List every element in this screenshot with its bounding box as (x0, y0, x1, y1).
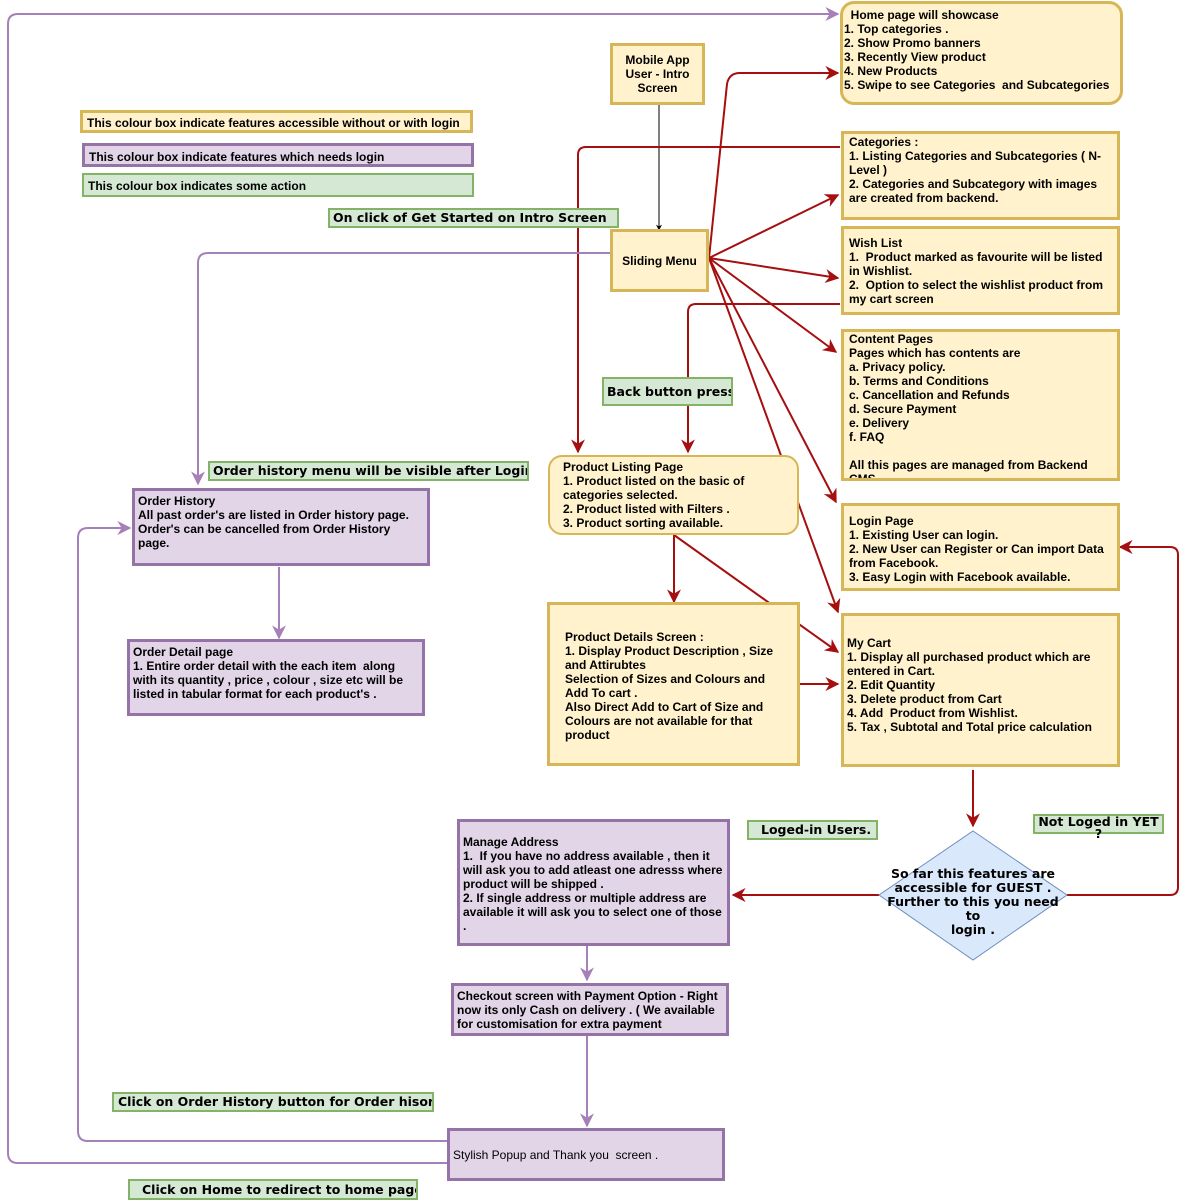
legend-feature-box: This colour box indicate features access… (80, 110, 473, 133)
intro-screen-node: Mobile App User - Intro Screen (610, 43, 705, 105)
click-order-history-label: Click on Order History button for Order … (112, 1092, 434, 1112)
legend-login-box: This colour box indicate features which … (82, 143, 474, 167)
login-page-node: Login Page 1. Existing User can login. 2… (841, 503, 1120, 591)
edge-menu-to-wishlist (708, 257, 840, 283)
sliding-menu-node: Sliding Menu (610, 229, 709, 292)
categories-node: Categories : 1. Listing Categories and S… (841, 131, 1120, 220)
product-listing-node: Product Listing Page 1. Product listed o… (548, 455, 799, 535)
edge-menu-to-cart (708, 257, 841, 614)
get-started-action-label: On click of Get Started on Intro Screen (328, 208, 619, 228)
manage-address-node: Manage Address 1. If you have no address… (457, 819, 730, 946)
edge-menu-to-home (708, 66, 840, 259)
checkout-node: Checkout screen with Payment Option - Ri… (451, 983, 729, 1036)
legend-action-box: This colour box indicates some action (82, 173, 474, 197)
back-button-action-label: Back button press (602, 377, 733, 406)
my-cart-node: My Cart 1. Display all purchased product… (841, 613, 1120, 767)
edge-thankyou-to-order-history (77, 521, 447, 1142)
not-logged-in-label: Not Loged in YET ? (1033, 814, 1164, 840)
home-page-node: Home page will showcase 1. Top categorie… (840, 1, 1123, 105)
content-pages-node: Content Pages Pages which has contents a… (841, 329, 1120, 481)
click-home-label: Click on Home to redirect to home page (128, 1179, 418, 1200)
edge-menu-to-categories (708, 194, 840, 259)
edge-menu-to-order-history (191, 252, 612, 486)
order-history-visible-label: Order history menu will be visible after… (208, 461, 529, 481)
wish-list-node: Wish List 1. Product marked as favourite… (841, 226, 1120, 315)
order-history-node: Order History All past order's are liste… (132, 488, 430, 566)
logged-in-users-label: Loged-in Users. (747, 820, 878, 840)
order-detail-node: Order Detail page 1. Entire order detail… (127, 639, 425, 716)
guest-decision-text: So far this features are accessible for … (887, 866, 1059, 937)
thank-you-node: Stylish Popup and Thank you screen . (447, 1128, 725, 1181)
edge-categories-to-listing (571, 146, 840, 454)
product-details-node: Product Details Screen : 1. Display Prod… (547, 602, 800, 766)
